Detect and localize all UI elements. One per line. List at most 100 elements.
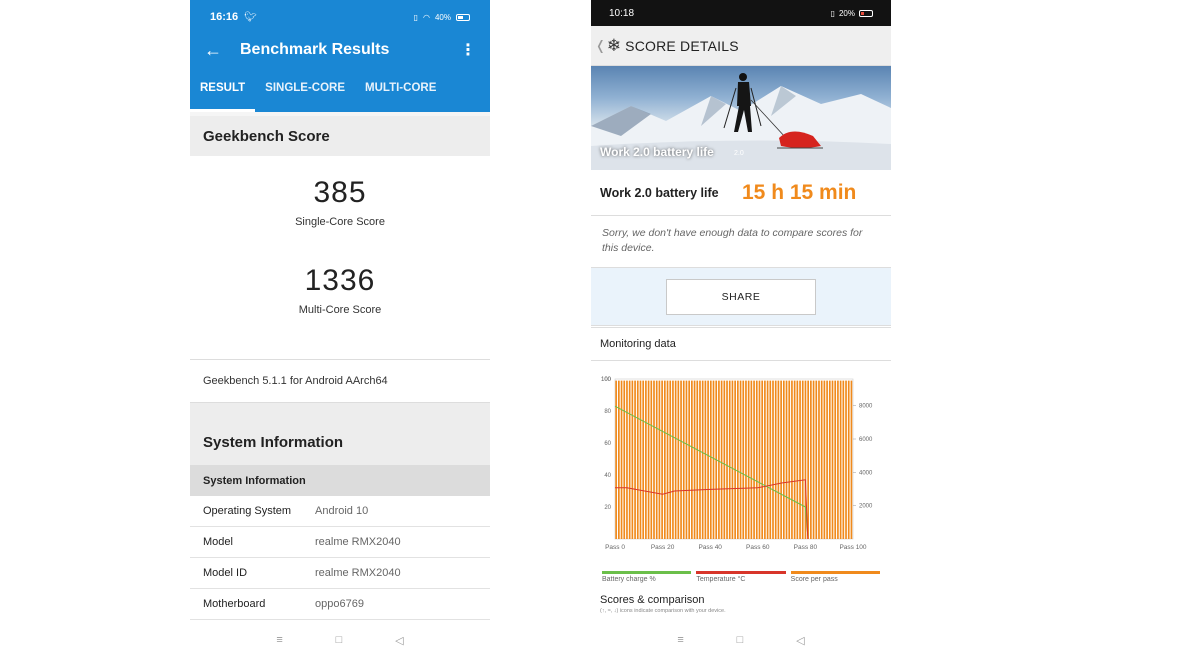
- x-tick-label: Pass 0: [605, 544, 625, 551]
- score-bar: [655, 380, 658, 539]
- score-bar: [701, 380, 704, 539]
- tab-multi-core[interactable]: MULTI-CORE: [355, 66, 446, 112]
- score-bar: [685, 380, 688, 539]
- score-bar: [745, 380, 747, 539]
- geekbench-version: Geekbench 5.1.1 for Android AArch64: [190, 359, 490, 403]
- score-bar: [674, 380, 677, 539]
- share-button[interactable]: SHARE: [666, 278, 816, 315]
- score-bar: [799, 380, 801, 539]
- home-icon[interactable]: □: [336, 634, 343, 646]
- score-bar: [734, 380, 736, 539]
- score-bar: [758, 380, 761, 539]
- score-bar: [777, 380, 780, 539]
- row-value: realme RMX2040: [315, 567, 401, 579]
- score-bar: [639, 380, 642, 539]
- pcmark-screen: 10:18 ▯ 20% ❬ ❄ SCORE DETAILS Work 2.0 b…: [591, 0, 891, 651]
- y-right-tick-label: 4000: [859, 470, 873, 476]
- score-bar: [728, 380, 731, 539]
- battery-percent: 40%: [434, 12, 451, 22]
- status-icons: ▯ ◠ 40%: [414, 13, 470, 22]
- single-core-score: 385: [313, 176, 367, 209]
- score-bar: [823, 380, 826, 539]
- score-bar: [682, 380, 685, 539]
- tab-single-core[interactable]: SINGLE-CORE: [255, 66, 355, 112]
- battery-icon: [456, 13, 470, 21]
- score-bar: [645, 380, 647, 539]
- score-bar: [726, 380, 728, 539]
- x-tick-label: Pass 80: [794, 544, 818, 551]
- score-bar: [650, 380, 653, 539]
- back-arrow-icon[interactable]: ←: [204, 40, 240, 61]
- score-bar: [750, 380, 753, 539]
- battery-icon: [859, 9, 873, 17]
- score-bar: [688, 380, 690, 539]
- menu-icon[interactable]: ≡: [677, 634, 683, 646]
- table-row: Operating System Android 10: [190, 496, 490, 527]
- score-bar: [807, 380, 809, 539]
- score-bar: [704, 380, 707, 539]
- wifi-icon: ◠: [423, 12, 430, 22]
- menu-icon[interactable]: ≡: [276, 634, 282, 646]
- legend-score: Score per pass: [790, 571, 880, 583]
- row-key: Model: [203, 536, 233, 548]
- scores-comparison-note: (↑, ≈, ↓) icons indicate comparison with…: [600, 608, 726, 614]
- score-bar: [723, 380, 726, 539]
- score-bar: [772, 380, 774, 539]
- vibrate-icon: ▯: [830, 8, 835, 18]
- score-bar: [850, 380, 853, 539]
- status-bar: 10:18 ▯ 20%: [591, 0, 891, 26]
- tab-result[interactable]: RESULT: [190, 66, 256, 112]
- y-left-tick-label: 20: [604, 505, 611, 511]
- score-bar: [623, 380, 626, 539]
- system-nav-bar: ≡ □ ◁: [591, 629, 891, 651]
- score-bar: [718, 380, 720, 539]
- y-left-tick-label: 60: [604, 441, 611, 447]
- multi-core-score: 1336: [304, 264, 376, 297]
- back-icon[interactable]: ◁: [796, 634, 804, 647]
- status-time: 16:16: [210, 11, 239, 23]
- tab-bar: RESULT SINGLE-CORE MULTI-CORE: [190, 66, 490, 112]
- legend-label: Temperature °C: [696, 576, 746, 583]
- score-bar: [842, 380, 845, 539]
- share-area: SHARE: [591, 268, 891, 326]
- score-bar: [680, 380, 682, 539]
- score-bar: [696, 380, 699, 539]
- x-tick-label: Pass 60: [746, 544, 770, 551]
- score-bar: [636, 380, 639, 539]
- score-bar: [753, 380, 755, 539]
- hero-caption: Work 2.0 battery life: [600, 145, 714, 159]
- score-bar: [764, 380, 766, 539]
- score-bar: [820, 380, 823, 539]
- score-bar: [845, 380, 847, 539]
- score-bar: [766, 380, 769, 539]
- score-bar: [839, 380, 842, 539]
- score-bar: [707, 380, 709, 539]
- table-row: Motherboard oppo6769: [190, 589, 490, 620]
- score-bar: [747, 380, 750, 539]
- system-information-heading: System Information: [190, 403, 490, 465]
- score-bar: [742, 380, 745, 539]
- single-core-block: 385 Single-Core Score: [190, 156, 490, 228]
- row-value: Android 10: [315, 505, 369, 517]
- score-bar: [626, 380, 628, 539]
- back-chevron-icon[interactable]: ❬: [595, 38, 606, 54]
- score-bar: [761, 380, 764, 539]
- multi-core-label: Multi-Core Score: [298, 304, 382, 316]
- score-bar: [669, 380, 672, 539]
- back-icon[interactable]: ◁: [395, 634, 403, 647]
- score-bar: [815, 380, 818, 539]
- result-value: 15 h 15 min: [742, 180, 857, 204]
- legend-temperature: Temperature °C: [696, 571, 786, 583]
- x-tick-label: Pass 20: [651, 544, 675, 551]
- home-icon[interactable]: □: [737, 634, 744, 646]
- score-bar: [837, 380, 839, 539]
- monitoring-chart-svg: 204060801001002000400060008000Pass 0 Pass…: [601, 377, 873, 551]
- score-bar: [672, 380, 674, 539]
- score-bar: [628, 380, 631, 539]
- result-row: Work 2.0 battery life 15 h 15 min: [591, 170, 891, 216]
- score-bar: [737, 380, 739, 539]
- score-bar: [788, 380, 791, 539]
- legend-label: Score per pass: [790, 576, 838, 583]
- score-bar: [661, 380, 663, 539]
- more-options-icon[interactable]: ⋮: [460, 40, 476, 60]
